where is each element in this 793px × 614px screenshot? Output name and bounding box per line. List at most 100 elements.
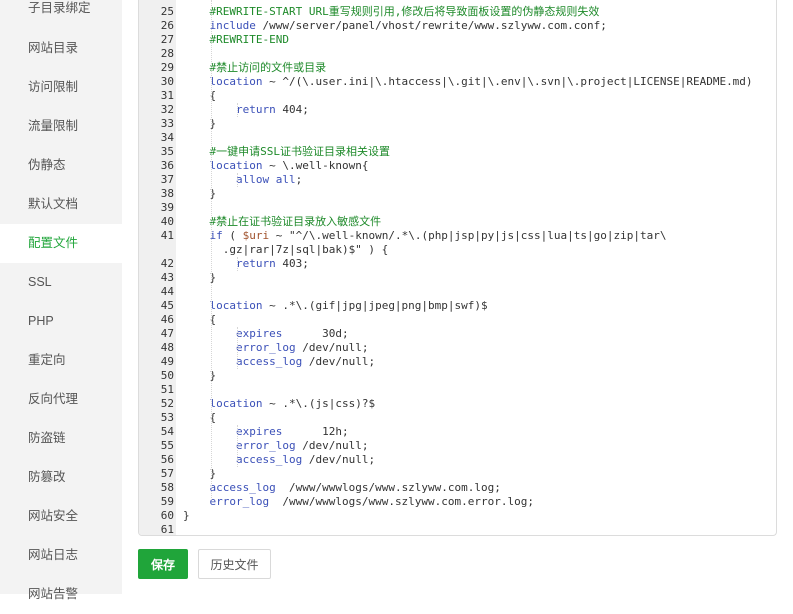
code-line: 54 expires 12h; — [139, 425, 776, 439]
code-line: 50 } — [139, 369, 776, 383]
sidebar-item[interactable]: 网站目录 — [0, 29, 122, 68]
line-number: 52 — [160, 397, 174, 410]
sidebar-item[interactable]: 防盗链 — [0, 419, 122, 458]
code-line: .gz|rar|7z|sql|bak)$" ) { — [139, 243, 776, 257]
code-line: 34 — [139, 131, 776, 145]
sidebar-item[interactable]: 伪静态 — [0, 146, 122, 185]
sidebar-item[interactable]: 访问限制 — [0, 68, 122, 107]
code-text: expires 12h; — [235, 425, 349, 438]
code-line: 41 if ( $uri ~ "^/\.well-known/.*\.(php|… — [139, 229, 776, 243]
code-line: 56 access_log /dev/null; — [139, 453, 776, 467]
indent-guide — [237, 257, 238, 271]
code-line: 61 — [139, 523, 776, 535]
line-number: 27 — [160, 33, 174, 46]
code-line: 51 — [139, 383, 776, 397]
code-line: 38 } — [139, 187, 776, 201]
line-number: 34 — [160, 131, 174, 144]
code-line: 48 error_log /dev/null; — [139, 341, 776, 355]
line-number: 60 — [160, 509, 174, 522]
code-line: 39 — [139, 201, 776, 215]
code-text: #REWRITE-END — [183, 33, 289, 46]
line-number: 36 — [160, 159, 174, 172]
code-line: 49 access_log /dev/null; — [139, 355, 776, 369]
line-number: 43 — [160, 271, 174, 284]
sidebar-item[interactable]: 子目录绑定 — [0, 0, 122, 28]
sidebar-item[interactable]: SSL — [0, 263, 122, 302]
line-number: 56 — [160, 453, 174, 466]
code-line: 55 error_log /dev/null; — [139, 439, 776, 453]
line-number: 47 — [160, 327, 174, 340]
sidebar-item[interactable]: 反向代理 — [0, 380, 122, 419]
save-button[interactable]: 保存 — [138, 549, 188, 579]
line-number: 26 — [160, 19, 174, 32]
code-line: 26 include /www/server/panel/vhost/rewri… — [139, 19, 776, 33]
code-text: location ~ ^/(\.user.ini|\.htaccess|\.gi… — [209, 75, 753, 88]
code-text: } — [183, 509, 190, 522]
sidebar-item[interactable]: 网站安全 — [0, 497, 122, 536]
code-line: 25 #REWRITE-START URL重写规则引用,修改后将导致面板设置的伪… — [139, 5, 776, 19]
code-line: 42 return 403; — [139, 257, 776, 271]
code-text: error_log /www/wwwlogs/www.szlyww.com.er… — [209, 495, 535, 508]
code-line: 28 — [139, 47, 776, 61]
line-number: 55 — [160, 439, 174, 452]
line-number: 54 — [160, 425, 174, 438]
code-line: 35 #一键申请SSL证书验证目录相关设置 — [139, 145, 776, 159]
sidebar-item[interactable]: 默认文档 — [0, 185, 122, 224]
code-text: return 403; — [235, 257, 309, 270]
code-text: #禁止在证书验证目录放入敏感文件 — [183, 215, 382, 228]
code-text: allow all; — [235, 173, 303, 186]
code-text: expires 30d; — [235, 327, 349, 340]
indent-guide — [237, 103, 238, 117]
sidebar-item[interactable]: 防篡改 — [0, 458, 122, 497]
code-line: 29 #禁止访问的文件或目录 — [139, 61, 776, 75]
code-text: return 404; — [235, 103, 309, 116]
code-line: 53 { — [139, 411, 776, 425]
line-number: 58 — [160, 481, 174, 494]
line-number: 51 — [160, 383, 174, 396]
code-line: 46 { — [139, 313, 776, 327]
indent-guide — [237, 173, 238, 187]
sidebar-item[interactable]: 网站日志 — [0, 536, 122, 575]
sidebar-item[interactable]: PHP — [0, 302, 122, 341]
config-editor[interactable]: 25 #REWRITE-START URL重写规则引用,修改后将导致面板设置的伪… — [138, 0, 777, 536]
sidebar: 子目录绑定 网站目录 访问限制 流量限制 伪静态 默认文档 配置文件 SSL PHP 重定向 反向代… — [0, 0, 122, 601]
code-line: 45 location ~ .*\.(gif|jpg|jpeg|png|bmp|… — [139, 299, 776, 313]
line-number: 57 — [160, 467, 174, 480]
line-number: 44 — [160, 285, 174, 298]
code-line: 60} — [139, 509, 776, 523]
code-line: 59 error_log /www/wwwlogs/www.szlyww.com… — [139, 495, 776, 509]
code-text: if ( $uri ~ "^/\.well-known/.*\.(php|jsp… — [209, 229, 667, 242]
code-text: #一键申请SSL证书验证目录相关设置 — [183, 145, 390, 158]
line-number: 45 — [160, 299, 174, 312]
line-number: 30 — [160, 75, 174, 88]
code-line: 31 { — [139, 89, 776, 103]
code-text: #禁止访问的文件或目录 — [183, 61, 327, 74]
code-line: 47 expires 30d; — [139, 327, 776, 341]
code-line: 40 #禁止在证书验证目录放入敏感文件 — [139, 215, 776, 229]
code-line: 57 } — [139, 467, 776, 481]
line-number: 38 — [160, 187, 174, 200]
code-line: 44 — [139, 285, 776, 299]
line-number: 37 — [160, 173, 174, 186]
indent-guide — [211, 0, 212, 500]
sidebar-item[interactable]: 网站告警 — [0, 575, 122, 614]
code-line: 52 location ~ .*\.(js|css)?$ — [139, 397, 776, 411]
code-text: include /www/server/panel/vhost/rewrite/… — [209, 19, 607, 32]
sidebar-item[interactable]: 流量限制 — [0, 107, 122, 146]
history-files-button[interactable]: 历史文件 — [198, 549, 271, 579]
sidebar-item[interactable]: 配置文件 — [0, 224, 122, 263]
code-text: location ~ .*\.(gif|jpg|jpeg|png|bmp|swf… — [209, 299, 488, 312]
code-line: 43 } — [139, 271, 776, 285]
line-number: 59 — [160, 495, 174, 508]
sidebar-item[interactable]: 重定向 — [0, 341, 122, 380]
code-line: 37 allow all; — [139, 173, 776, 187]
line-number: 39 — [160, 201, 174, 214]
code-text: .gz|rar|7z|sql|bak)$" ) { — [183, 243, 389, 256]
line-number: 49 — [160, 355, 174, 368]
code-line: 33 } — [139, 117, 776, 131]
line-number: 35 — [160, 145, 174, 158]
code-text: access_log /www/wwwlogs/www.szlyww.com.l… — [209, 481, 501, 494]
line-number: 31 — [160, 89, 174, 102]
line-number: 53 — [160, 411, 174, 424]
code-line: 32 return 404; — [139, 103, 776, 117]
